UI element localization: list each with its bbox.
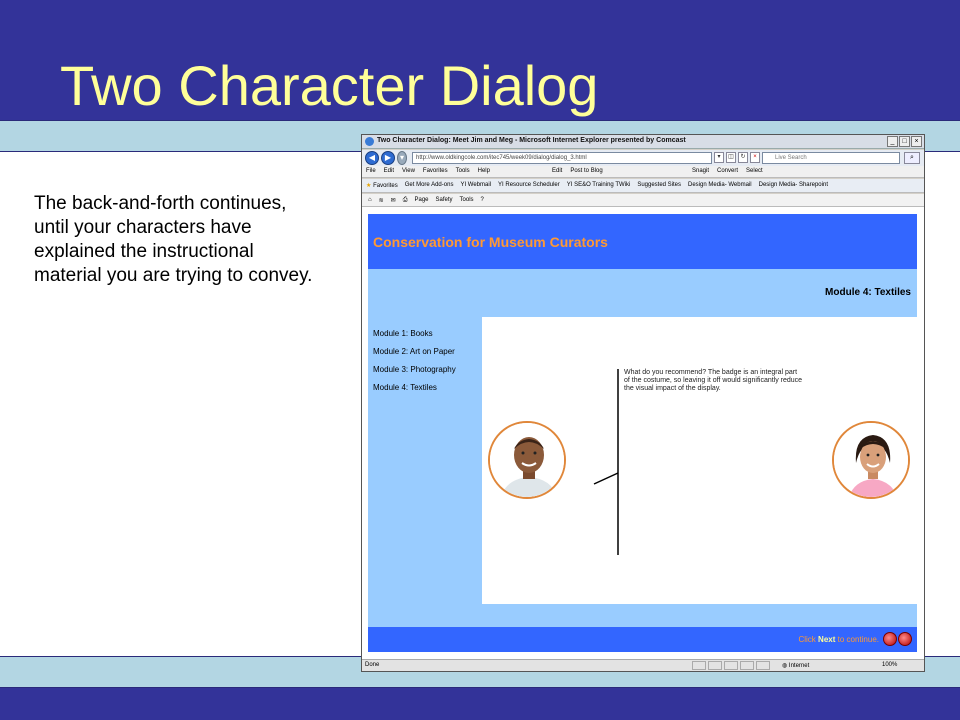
slide-body-text: The back-and-forth continues, until your…	[34, 193, 313, 286]
help-icon[interactable]: ?	[481, 197, 484, 204]
toolbar-select[interactable]: Select	[746, 168, 763, 174]
mail-icon[interactable]: ✉	[391, 197, 396, 204]
menu-file[interactable]: File	[366, 168, 376, 174]
fav-suggested-sites[interactable]: Suggested Sites	[637, 182, 681, 189]
module-nav: Module 1: Books Module 2: Art on Paper M…	[373, 329, 456, 401]
globe-icon: ◍	[782, 663, 788, 669]
status-text: Done	[365, 662, 380, 668]
course-title: Conservation for Museum Curators	[373, 234, 608, 250]
course-header: Conservation for Museum Curators	[368, 214, 917, 269]
address-actions: ▾ ◫ ↻ ×	[714, 152, 760, 163]
search-input[interactable]: Live Search	[762, 152, 900, 164]
back-arrow-icon[interactable]: ◀	[365, 151, 379, 165]
toolbar-convert[interactable]: Convert	[717, 168, 738, 174]
browser-content: Conservation for Museum Curators Module …	[362, 207, 924, 659]
fav-get-more-addons[interactable]: Get More Add-ons	[405, 182, 454, 189]
fav-yi-resource-scheduler[interactable]: YI Resource Scheduler	[498, 182, 560, 189]
menu-view[interactable]: View	[402, 168, 415, 174]
dropdown-icon[interactable]: ▾	[714, 152, 724, 163]
back-button[interactable]	[883, 632, 897, 646]
module-title: Module 4: Textiles	[825, 287, 911, 298]
menu-tools[interactable]: Tools	[456, 168, 470, 174]
menu-favorites[interactable]: Favorites	[423, 168, 448, 174]
feeds-icon[interactable]: ≋	[379, 197, 384, 204]
course-page: Conservation for Museum Curators Module …	[368, 214, 917, 652]
window-controls: _ □ ×	[887, 136, 922, 147]
search-icon[interactable]: ⌕	[904, 152, 920, 164]
course-footer: Click Next to continue.	[368, 627, 917, 652]
star-icon: ★	[366, 183, 372, 189]
slide-title: Two Character Dialog	[60, 54, 599, 117]
cmd-tools[interactable]: Tools	[460, 197, 474, 204]
command-bar: ⌂ ≋ ✉ ⎙ Page Safety Tools ?	[362, 194, 924, 207]
url-input[interactable]: http://www.oldkingcole.com/itec745/week0…	[412, 152, 712, 164]
cmd-page[interactable]: Page	[415, 197, 429, 204]
menu-help[interactable]: Help	[478, 168, 490, 174]
dialog-stage: What do you recommend? The badge is an i…	[482, 317, 917, 604]
fav-design-media-sharepoint[interactable]: Design Media- Sharepoint	[759, 182, 828, 189]
slide-bottom-band	[0, 688, 960, 720]
fav-yi-seo-training-twiki[interactable]: YI SE&O Training TWiki	[567, 182, 631, 189]
security-zone: ◍ Internet	[782, 662, 809, 669]
browser-titlebar: Two Character Dialog: Meet Jim and Meg -…	[362, 135, 924, 149]
maximize-icon[interactable]: □	[899, 136, 910, 147]
toolbar-edit[interactable]: Edit	[552, 168, 562, 174]
continue-instruction: Click Next to continue.	[798, 635, 879, 644]
close-icon[interactable]: ×	[911, 136, 922, 147]
favorites-bar: ★ Favorites Get More Add-ons YI Webmail …	[362, 179, 924, 193]
status-bar: Done ◍ Internet 100%	[362, 659, 924, 671]
toolbar-post-to-blog[interactable]: Post to Blog	[570, 168, 602, 174]
ie-logo-icon	[365, 137, 374, 146]
recent-pages-chevron-icon[interactable]: ▾	[397, 151, 407, 165]
continue-next-word: Next	[818, 635, 836, 644]
minimize-icon[interactable]: _	[887, 136, 898, 147]
menu-bar: File Edit View Favorites Tools Help Edit…	[362, 166, 924, 178]
stop-icon[interactable]: ×	[750, 152, 760, 163]
toolbar-snagit[interactable]: Snagit	[692, 168, 709, 174]
home-icon[interactable]: ⌂	[368, 197, 372, 204]
nav-module-4[interactable]: Module 4: Textiles	[373, 383, 456, 401]
zone-label: Internet	[788, 663, 810, 669]
favorites-label: Favorites	[373, 183, 398, 189]
favorites-button[interactable]: ★ Favorites	[366, 182, 398, 189]
window-title: Two Character Dialog: Meet Jim and Meg -…	[377, 137, 686, 144]
nav-module-1[interactable]: Module 1: Books	[373, 329, 456, 347]
meg-avatar	[832, 421, 910, 499]
nav-module-2[interactable]: Module 2: Art on Paper	[373, 347, 456, 365]
continue-rest-text: to continue.	[837, 635, 879, 644]
speech-text: What do you recommend? The badge is an i…	[624, 369, 803, 392]
print-icon[interactable]: ⎙	[403, 197, 408, 204]
nav-module-3[interactable]: Module 3: Photography	[373, 365, 456, 383]
forward-arrow-icon[interactable]: ▶	[381, 151, 395, 165]
fav-design-media-webmail[interactable]: Design Media- Webmail	[688, 182, 752, 189]
menu-edit[interactable]: Edit	[384, 168, 394, 174]
browser-window: Two Character Dialog: Meet Jim and Meg -…	[361, 134, 925, 672]
jim-avatar	[488, 421, 566, 499]
continue-click-word: Click	[798, 635, 816, 644]
cmd-safety[interactable]: Safety	[436, 197, 453, 204]
compatibility-icon[interactable]: ◫	[726, 152, 736, 163]
refresh-icon[interactable]: ↻	[738, 152, 748, 163]
address-bar: ◀ ▶ ▾ http://www.oldkingcole.com/itec745…	[362, 150, 924, 166]
fav-yi-webmail[interactable]: YI Webmail	[460, 182, 491, 189]
next-button[interactable]	[898, 632, 912, 646]
zoom-level[interactable]: 100%	[882, 662, 897, 668]
status-cells	[692, 661, 770, 670]
